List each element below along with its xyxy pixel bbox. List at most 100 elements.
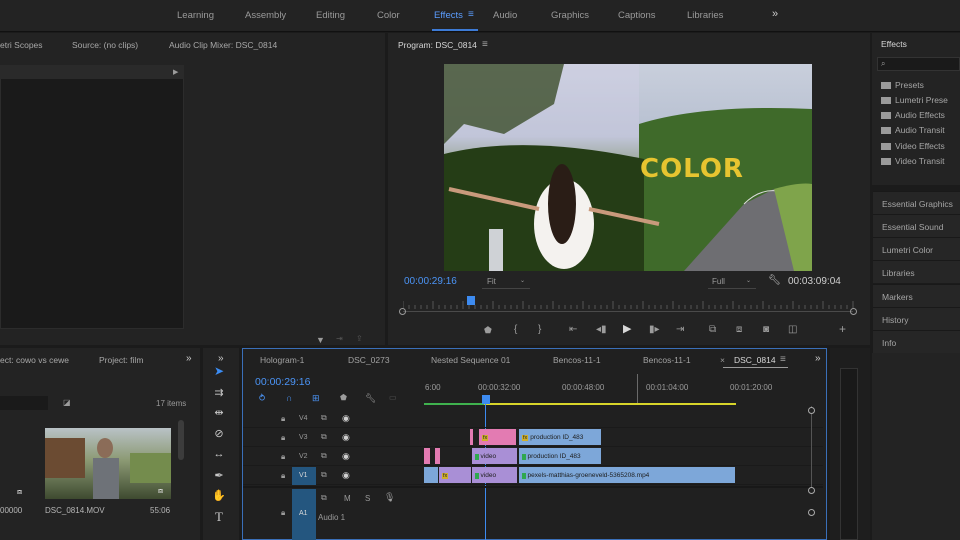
insert-clip-icon[interactable]: ⧉ xyxy=(709,325,716,335)
workspace-libraries[interactable]: Libraries xyxy=(687,10,723,21)
track-label-a1[interactable]: A1 xyxy=(299,510,308,517)
workspace-graphics[interactable]: Graphics xyxy=(551,10,589,21)
track-label-v4[interactable]: V4 xyxy=(299,415,308,422)
pen-tool-icon[interactable]: ✒ xyxy=(211,469,227,482)
microphone-icon[interactable]: 🎙︎ xyxy=(384,492,395,502)
play-triangle-icon[interactable]: ▶ xyxy=(173,68,178,78)
timeline-overflow-button[interactable]: » xyxy=(815,353,821,364)
settings-wrench-icon[interactable]: 🔧︎ xyxy=(365,393,376,403)
solo-button[interactable]: S xyxy=(365,494,370,503)
panel-essential-graphics[interactable]: Essential Graphics xyxy=(873,191,960,214)
go-to-in-icon[interactable]: ⇤ xyxy=(569,325,577,335)
clip-v3-production[interactable]: fx production ID_483 xyxy=(519,429,601,445)
timeline-tab-dsc0814[interactable]: DSC_0814 xyxy=(734,355,776,365)
panel-info[interactable]: Info xyxy=(873,330,960,353)
clip-v1-pexels[interactable]: pexels-matthias-groeneveld-5365208.mp4 xyxy=(519,467,735,483)
workspace-menu-icon[interactable]: ≡ xyxy=(468,9,474,20)
hand-tool-icon[interactable]: ✋ xyxy=(211,489,227,502)
sync-lock-icon[interactable]: ⧉ xyxy=(321,493,327,503)
clip-v1-video[interactable]: video xyxy=(472,467,517,483)
workspace-assembly[interactable]: Assembly xyxy=(245,10,286,21)
track-label-v1[interactable]: V1 xyxy=(299,472,308,479)
sync-lock-icon[interactable]: ⧉ xyxy=(321,470,327,480)
track-label-v3[interactable]: V3 xyxy=(299,434,308,441)
timeline-tab-bencos-2[interactable]: Bencos-11-1 xyxy=(643,355,691,365)
program-timecode[interactable]: 00:00:29:16 xyxy=(404,276,457,287)
eye-icon[interactable]: ◉ xyxy=(342,413,350,423)
tab-audio-clip-mixer[interactable]: Audio Clip Mixer: DSC_0814 xyxy=(169,40,277,50)
effects-folder-lumetri-presets[interactable]: Lumetri Prese xyxy=(881,95,948,105)
lock-icon[interactable]: 🔒︎ xyxy=(281,414,285,424)
project-search-input[interactable] xyxy=(0,396,48,410)
workspace-color[interactable]: Color xyxy=(377,10,400,21)
project-clip-thumbnail[interactable] xyxy=(45,428,171,499)
mark-in-icon[interactable]: { xyxy=(514,325,517,335)
insert-icon[interactable]: ⇥ xyxy=(336,334,343,344)
program-title[interactable]: Program: DSC_0814 xyxy=(398,40,477,50)
new-bin-icon[interactable]: ◪ xyxy=(63,398,71,408)
lock-icon[interactable]: 🔒︎ xyxy=(281,452,285,462)
clip-v2-production[interactable]: production ID_483 xyxy=(519,448,601,464)
add-marker-icon[interactable]: ⬟ xyxy=(340,393,347,403)
effects-search-input[interactable]: ⌕ xyxy=(877,57,960,71)
close-tab-icon[interactable]: × xyxy=(720,355,725,365)
panel-history[interactable]: History xyxy=(873,307,960,330)
clip-v2-sliver-2[interactable] xyxy=(435,448,440,464)
timeline-menu-icon[interactable]: ≡ xyxy=(780,354,786,365)
clip-v1-a[interactable] xyxy=(424,467,438,483)
compare-view-icon[interactable]: ◫ xyxy=(788,325,797,335)
nest-icon[interactable]: ⥁ xyxy=(259,393,265,403)
timeline-tab-hologram[interactable]: Hologram-1 xyxy=(260,355,304,365)
clip-v1-fx[interactable]: fx xyxy=(439,467,471,483)
export-icon[interactable]: ⇪ xyxy=(356,334,363,344)
eye-icon[interactable]: ◉ xyxy=(342,451,350,461)
lock-icon[interactable]: 🔒︎ xyxy=(281,433,285,443)
captions-icon[interactable]: ▭ xyxy=(389,393,397,403)
workspace-effects[interactable]: Effects xyxy=(434,10,463,21)
play-icon[interactable]: ▶ xyxy=(623,324,631,335)
effects-folder-video-transitions[interactable]: Video Transit xyxy=(881,156,944,166)
track-select-tool-icon[interactable]: ⇉ xyxy=(211,386,227,399)
selection-tool-icon[interactable]: ➤ xyxy=(211,364,227,378)
tools-overflow-icon[interactable]: » xyxy=(218,353,224,364)
program-playhead[interactable] xyxy=(466,296,475,305)
clip-v2-sliver-1[interactable] xyxy=(424,448,430,464)
snap-icon[interactable]: ∩ xyxy=(286,393,292,403)
tab-project-cowo[interactable]: ect: cowo vs cewe xyxy=(0,355,69,365)
effects-folder-presets[interactable]: Presets xyxy=(881,80,924,90)
tab-project-film[interactable]: Project: film xyxy=(99,355,143,365)
effects-title[interactable]: Effects xyxy=(881,39,907,49)
panel-markers[interactable]: Markers xyxy=(873,284,960,307)
program-menu-icon[interactable]: ≡ xyxy=(482,39,488,50)
quality-dropdown[interactable]: Full ⌄ xyxy=(708,275,756,289)
panel-lumetri-color[interactable]: Lumetri Color xyxy=(873,237,960,260)
project-overflow-button[interactable]: » xyxy=(186,353,192,364)
lock-icon[interactable]: 🔒︎ xyxy=(281,471,285,481)
timeline-scrollbar-track[interactable] xyxy=(811,406,812,492)
clip-v3-sliver[interactable] xyxy=(470,429,473,445)
workspace-captions[interactable]: Captions xyxy=(618,10,656,21)
type-tool-icon[interactable]: T xyxy=(211,509,227,525)
add-marker-icon[interactable]: ⬟ xyxy=(484,325,492,335)
workspace-learning[interactable]: Learning xyxy=(177,10,214,21)
effects-folder-audio-effects[interactable]: Audio Effects xyxy=(881,110,945,120)
slip-tool-icon[interactable]: ↔ xyxy=(211,448,227,460)
effects-folder-video-effects[interactable]: Video Effects xyxy=(881,141,945,151)
overwrite-clip-icon[interactable]: ⧈ xyxy=(736,325,742,335)
ripple-edit-tool-icon[interactable]: ⇹ xyxy=(211,406,227,419)
linked-selection-icon[interactable]: ⊞ xyxy=(312,393,320,403)
eye-icon[interactable]: ◉ xyxy=(342,432,350,442)
zoom-handle-right[interactable] xyxy=(850,308,857,315)
track-label-v2[interactable]: V2 xyxy=(299,453,308,460)
timeline-playhead-handle[interactable] xyxy=(482,395,490,404)
eye-icon[interactable]: ◉ xyxy=(342,470,350,480)
wrench-icon[interactable]: 🔧︎ xyxy=(768,276,781,286)
panel-essential-sound[interactable]: Essential Sound xyxy=(873,214,960,237)
audio-scroll-handle[interactable] xyxy=(808,509,815,516)
camera-icon[interactable]: ◙ xyxy=(763,325,769,335)
fit-dropdown[interactable]: Fit ⌄ xyxy=(482,275,530,289)
workspace-audio[interactable]: Audio xyxy=(493,10,517,21)
scroll-handle-top[interactable] xyxy=(808,407,815,414)
mute-button[interactable]: M xyxy=(344,494,351,503)
zoom-bar[interactable] xyxy=(403,311,853,312)
